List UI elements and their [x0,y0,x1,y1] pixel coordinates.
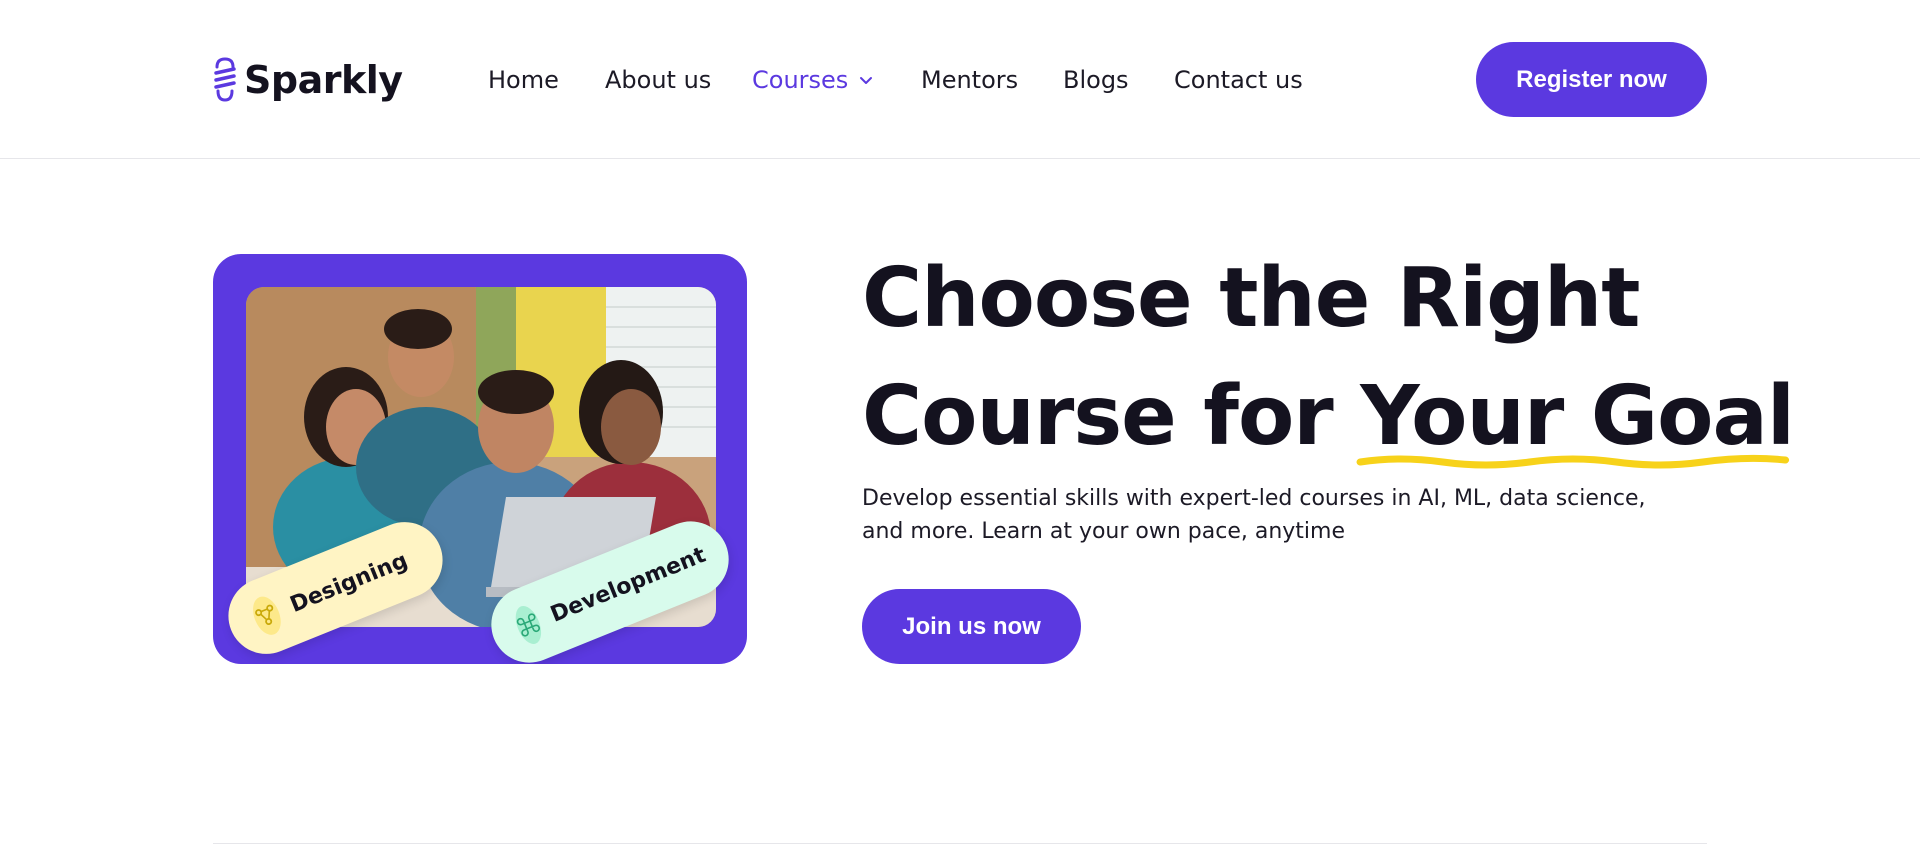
hero-title-line-2-prefix: Course for [862,369,1361,464]
brand-name: Sparkly [244,58,403,102]
hero-title: Choose the Right Course for Your Goal [862,240,1795,476]
site-header: Sparkly Home About us Courses Mentors Bl… [0,0,1920,159]
command-icon [510,602,547,648]
highlight-underline [1356,454,1790,469]
section-divider [213,843,1707,844]
join-us-now-button[interactable]: Join us now [862,589,1081,664]
chevron-down-icon [860,77,873,84]
register-now-button[interactable]: Register now [1476,42,1707,117]
vector-nodes-icon [247,592,286,639]
lightbulb-icon [214,57,236,102]
hero-title-highlight: Your Goal [1356,358,1795,476]
nav-item-blogs[interactable]: Blogs [1063,60,1129,100]
hero-title-line-1: Choose the Right [862,251,1640,346]
nav-item-home[interactable]: Home [488,60,559,100]
nav-item-mentors[interactable]: Mentors [921,60,1018,100]
hero-subtitle: Develop essential skills with expert-led… [862,486,1646,544]
brand-logo[interactable]: Sparkly [214,56,403,104]
nav-item-contact-us[interactable]: Contact us [1174,60,1303,100]
nav-item-courses[interactable]: Courses [752,60,874,100]
nav-item-about-us[interactable]: About us [605,60,711,100]
hero-image-card: Designing Development [213,254,747,664]
hero-title-line-2: Course for Your Goal [862,358,1795,476]
nav-item-courses-label: Courses [752,66,849,94]
